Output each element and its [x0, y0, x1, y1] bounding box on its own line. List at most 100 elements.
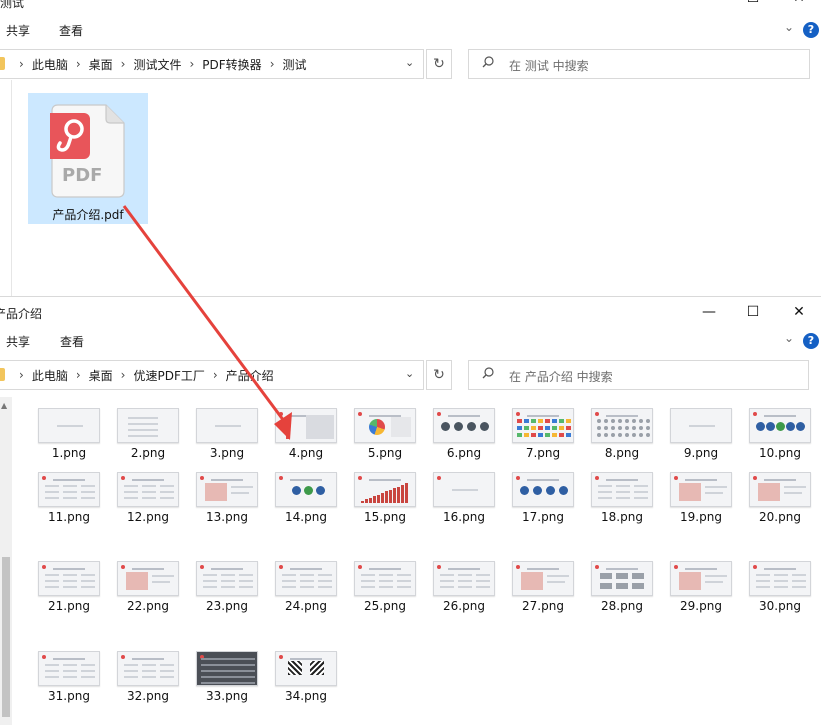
file-item-png[interactable]: 14.png: [271, 470, 341, 528]
file-item-png[interactable]: 3.png: [192, 406, 262, 464]
breadcrumb-item-pdf-converter[interactable]: PDF转换器: [202, 56, 261, 73]
help-icon[interactable]: ?: [803, 22, 819, 38]
file-item-png[interactable]: 19.png: [666, 470, 736, 528]
thumbnail-detail: [361, 580, 375, 582]
chevron-down-icon[interactable]: ⌄: [784, 20, 794, 34]
thumbnail-detail: [124, 485, 138, 487]
thumbnail-detail: [437, 412, 441, 416]
file-item-png[interactable]: 15.png: [350, 470, 420, 528]
thumbnail-detail: [63, 676, 77, 678]
thumbnail-detail: [221, 580, 235, 582]
thumbnail-detail: [611, 419, 615, 423]
file-item-png[interactable]: 1.png: [34, 406, 104, 464]
file-item-png[interactable]: 7.png: [508, 406, 578, 464]
thumbnail-detail: [458, 586, 472, 588]
thumbnail-detail: [545, 426, 550, 430]
file-item-png[interactable]: 18.png: [587, 470, 657, 528]
thumbnail-detail: [81, 586, 95, 588]
thumbnail-detail: [160, 664, 174, 666]
file-item-png[interactable]: 17.png: [508, 470, 578, 528]
thumbnail-detail: [142, 664, 156, 666]
thumbnail-detail: [437, 565, 441, 569]
thumbnail-detail: [124, 497, 138, 499]
thumbnail-detail: [205, 483, 227, 501]
thumbnail-detail: [203, 580, 217, 582]
thumbnail-detail: [758, 483, 780, 501]
file-item-png[interactable]: 16.png: [429, 470, 499, 528]
thumbnail-detail: [310, 661, 324, 675]
address-bar[interactable]: › 此电脑 › 桌面 › 测试文件 › PDF转换器 › 测试 ⌄: [0, 49, 424, 79]
thumbnail-detail: [639, 426, 643, 430]
thumbnail-detail: [639, 433, 643, 437]
image-thumbnail: [275, 408, 337, 443]
thumbnail-detail: [600, 573, 612, 579]
file-item-png[interactable]: 13.png: [192, 470, 262, 528]
file-item-png[interactable]: 33.png: [192, 649, 262, 707]
breadcrumb-item-test-files[interactable]: 测试文件: [133, 56, 181, 73]
tab-view[interactable]: 查看: [59, 22, 83, 39]
breadcrumb-item-desktop[interactable]: 桌面: [89, 56, 113, 73]
thumbnail-detail: [239, 586, 253, 588]
thumbnail-detail: [132, 479, 164, 481]
file-item-png[interactable]: 8.png: [587, 406, 657, 464]
file-item-png[interactable]: 29.png: [666, 559, 736, 617]
file-name: 18.png: [601, 510, 643, 524]
thumbnail-detail: [625, 433, 629, 437]
close-icon[interactable]: ✕: [776, 0, 821, 7]
thumbnail-detail: [632, 433, 636, 437]
thumbnail-detail: [753, 565, 757, 569]
file-item-png[interactable]: 30.png: [745, 559, 815, 617]
file-item-png[interactable]: 21.png: [34, 559, 104, 617]
breadcrumb-item-test[interactable]: 测试: [283, 56, 307, 73]
image-thumbnail: [749, 472, 811, 507]
file-item-pdf[interactable]: PDF 产品介绍.pdf: [28, 93, 148, 224]
thumbnail-detail: [63, 491, 77, 493]
file-item-png[interactable]: 5.png: [350, 406, 420, 464]
minimize-icon[interactable]: —: [686, 0, 732, 7]
thumbnail-detail: [358, 412, 362, 416]
thumbnail-detail: [282, 574, 296, 576]
thumbnail-detail: [517, 426, 522, 430]
file-item-png[interactable]: 9.png: [666, 406, 736, 464]
file-item-png[interactable]: 22.png: [113, 559, 183, 617]
file-item-png[interactable]: 24.png: [271, 559, 341, 617]
search-input[interactable]: 在 测试 中搜索: [468, 49, 810, 79]
thumbnail-detail: [606, 568, 638, 570]
file-item-png[interactable]: 12.png: [113, 470, 183, 528]
chevron-down-icon[interactable]: ⌄: [405, 56, 414, 69]
file-item-png[interactable]: 28.png: [587, 559, 657, 617]
breadcrumb-item-this-pc[interactable]: 此电脑: [32, 56, 68, 73]
file-item-png[interactable]: 10.png: [745, 406, 815, 464]
thumbnail-detail: [318, 574, 332, 576]
file-item-png[interactable]: 26.png: [429, 559, 499, 617]
thumbnail-detail: [124, 670, 138, 672]
thumbnail-detail: [527, 568, 559, 570]
thumbnail-detail: [81, 497, 95, 499]
file-item-png[interactable]: 27.png: [508, 559, 578, 617]
thumbnail-detail: [705, 492, 723, 494]
file-item-png[interactable]: 20.png: [745, 470, 815, 528]
file-item-png[interactable]: 31.png: [34, 649, 104, 707]
file-item-png[interactable]: 6.png: [429, 406, 499, 464]
file-item-png[interactable]: 11.png: [34, 470, 104, 528]
thumbnail-detail: [634, 491, 648, 493]
thumbnail-detail: [200, 476, 204, 480]
file-item-png[interactable]: 23.png: [192, 559, 262, 617]
file-item-png[interactable]: 4.png: [271, 406, 341, 464]
thumbnail-detail: [476, 586, 490, 588]
tab-share[interactable]: 共享: [6, 22, 30, 39]
refresh-icon[interactable]: ↻: [426, 49, 452, 79]
image-thumbnail: [512, 472, 574, 507]
navigation-pane[interactable]: [0, 80, 12, 296]
thumbnail-detail: [81, 491, 95, 493]
file-item-png[interactable]: 25.png: [350, 559, 420, 617]
thumbnail-detail: [318, 586, 332, 588]
maximize-icon[interactable]: ☐: [730, 0, 776, 7]
file-name: 19.png: [680, 510, 722, 524]
thumbnail-detail: [128, 429, 158, 431]
thumbnail-detail: [679, 483, 701, 501]
file-item-png[interactable]: 34.png: [271, 649, 341, 707]
file-item-png[interactable]: 32.png: [113, 649, 183, 707]
file-item-png[interactable]: 2.png: [113, 406, 183, 464]
thumbnail-detail: [361, 501, 364, 503]
